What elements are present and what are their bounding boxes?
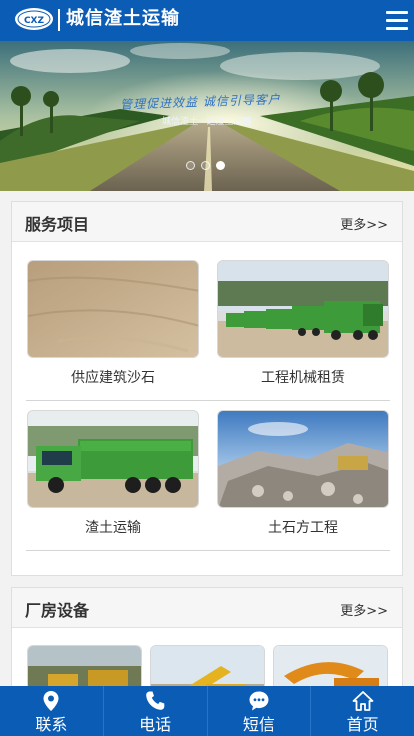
nav-phone-label: 电话 xyxy=(139,715,172,734)
phone-icon xyxy=(146,691,165,710)
carousel-dot-3[interactable] xyxy=(216,161,225,170)
service-card-machinery[interactable]: 工程机械租赁 xyxy=(217,260,389,387)
site-title[interactable]: 城信渣土运输 xyxy=(66,7,180,31)
service-label-earthwork[interactable]: 土石方工程 xyxy=(217,517,389,537)
carousel-dot-1[interactable] xyxy=(186,161,195,170)
logo-icon[interactable]: CXZ xyxy=(14,7,54,31)
top-bar: CXZ 城信渣土运输 xyxy=(0,0,414,41)
equipment-title: 厂房设备 xyxy=(25,601,90,620)
hero-banner[interactable]: 管理促进效益 诚信引导客户 城信渣土 · 运渣土运输 xyxy=(0,41,414,191)
chat-bubble-icon xyxy=(249,691,269,711)
services-panel: 服务项目 更多>> 供应建筑沙石 工程机械租赁 渣土运输 土石方工程 xyxy=(11,201,403,576)
services-header: 服务项目 更多>> xyxy=(12,202,402,242)
carousel-dot-2[interactable] xyxy=(201,161,210,170)
divider xyxy=(26,550,390,551)
service-label-transport[interactable]: 渣土运输 xyxy=(27,517,199,537)
nav-phone[interactable]: 电话 xyxy=(104,686,208,736)
equipment-header: 厂房设备 更多>> xyxy=(12,588,402,628)
service-card-sand[interactable]: 供应建筑沙石 xyxy=(27,260,199,387)
nav-sms[interactable]: 短信 xyxy=(208,686,312,736)
service-label-sand[interactable]: 供应建筑沙石 xyxy=(27,367,199,387)
service-card-earthwork[interactable]: 土石方工程 xyxy=(217,410,389,537)
services-more-link[interactable]: 更多>> xyxy=(340,214,388,233)
location-pin-icon xyxy=(43,691,59,711)
nav-home[interactable]: 首页 xyxy=(311,686,414,736)
service-image-transport[interactable] xyxy=(27,410,199,508)
service-card-transport[interactable]: 渣土运输 xyxy=(27,410,199,537)
service-image-sand[interactable] xyxy=(27,260,199,358)
service-label-machinery[interactable]: 工程机械租赁 xyxy=(217,367,389,387)
home-icon xyxy=(352,691,374,711)
service-image-earthwork[interactable] xyxy=(217,410,389,508)
logo-divider xyxy=(58,9,60,31)
nav-contact[interactable]: 联系 xyxy=(0,686,104,736)
nav-sms-label: 短信 xyxy=(242,715,275,734)
logo-text: CXZ xyxy=(24,16,45,26)
equipment-more-link[interactable]: 更多>> xyxy=(340,600,388,619)
divider xyxy=(26,400,390,401)
services-title: 服务项目 xyxy=(25,215,90,234)
carousel-dots xyxy=(186,161,225,170)
banner-sub-slogan: 城信渣土 · 运渣土运输 xyxy=(162,117,252,127)
nav-home-label: 首页 xyxy=(346,715,379,734)
equipment-panel: 厂房设备 更多>> xyxy=(11,587,403,705)
service-image-machinery[interactable] xyxy=(217,260,389,358)
hamburger-menu-icon[interactable] xyxy=(386,11,408,31)
nav-contact-label: 联系 xyxy=(35,715,68,734)
bottom-nav: 联系 电话 短信 首页 xyxy=(0,686,414,736)
